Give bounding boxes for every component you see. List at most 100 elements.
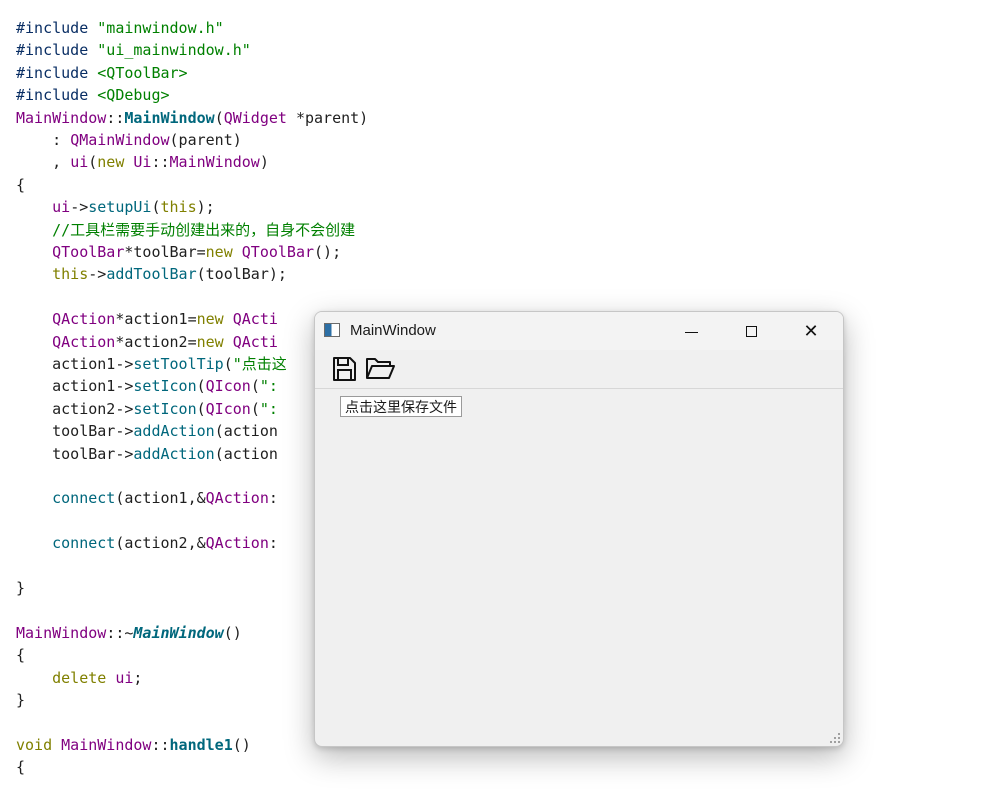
code-token: :: <box>151 735 170 754</box>
code-token: delete <box>52 668 107 687</box>
maximize-icon <box>745 325 757 337</box>
close-button[interactable]: ✕ <box>781 312 841 350</box>
code-token: QWidget <box>223 108 287 127</box>
code-token: :: <box>151 153 170 172</box>
code-line: { <box>16 756 25 778</box>
code-token: ( <box>250 399 260 418</box>
code-line: connect(action2,&QAction: <box>16 532 278 554</box>
code-line: connect(action1,&QAction: <box>16 487 278 509</box>
code-token: setIcon <box>133 399 197 418</box>
code-token: new <box>196 310 224 329</box>
code-token: :: <box>106 108 125 127</box>
code-token: QAction <box>205 534 269 553</box>
code-line: action1->setIcon(QIcon(": <box>16 375 278 397</box>
code-token: MainWindow <box>124 108 215 127</box>
code-token: connect <box>52 489 116 508</box>
open-action-button[interactable] <box>363 353 397 385</box>
window-title: MainWindow <box>350 322 436 339</box>
close-icon: ✕ <box>803 320 819 341</box>
code-token: ( <box>214 108 224 127</box>
code-token: : <box>16 131 71 149</box>
code-token: <QToolBar> <box>97 63 188 82</box>
code-token: *parent) <box>286 108 369 127</box>
central-widget <box>315 389 843 746</box>
code-token: QToolBar <box>52 243 125 261</box>
save-action-button[interactable] <box>327 353 361 385</box>
minimize-button[interactable] <box>661 312 721 350</box>
code-token: -> <box>70 198 89 217</box>
code-token: ; <box>133 668 143 687</box>
tooltip: 点击这里保存文件 <box>340 396 462 417</box>
code-token: Ui <box>133 153 152 172</box>
code-token: action1-> <box>16 355 134 373</box>
code-token: "mainwindow.h" <box>97 19 224 37</box>
code-line: : QMainWindow(parent) <box>16 129 242 151</box>
code-line: toolBar->addAction(action <box>16 420 278 442</box>
code-token: *action2= <box>115 332 197 351</box>
code-token: setupUi <box>88 198 152 217</box>
code-line: void MainWindow::handle1() <box>16 734 251 756</box>
code-token: new <box>196 332 224 351</box>
code-token: #include <box>16 63 98 82</box>
code-token: addToolBar <box>106 265 197 284</box>
code-token: ": <box>259 377 278 396</box>
maximize-button[interactable] <box>721 312 781 350</box>
code-token: ::~ <box>106 623 134 642</box>
code-line: } <box>16 577 25 599</box>
open-folder-icon <box>366 358 395 379</box>
code-token: (); <box>314 243 342 261</box>
code-line: MainWindow::~MainWindow() <box>16 622 242 644</box>
code-token: ( <box>250 377 260 396</box>
code-token: QAction <box>52 332 116 351</box>
code-token: (parent) <box>169 131 242 149</box>
code-token: void <box>16 735 53 754</box>
code-token: ( <box>223 355 233 373</box>
code-token: "点击这 <box>232 355 287 373</box>
code-token: action2-> <box>16 399 134 418</box>
code-line: } <box>16 689 25 711</box>
code-token: { <box>16 646 26 665</box>
code-token: QToolBar <box>241 243 315 261</box>
code-token: QIcon <box>205 399 251 418</box>
app-window-icon <box>324 323 340 337</box>
code-token: "ui_mainwindow.h" <box>97 41 251 60</box>
code-token: #include <box>16 19 98 37</box>
title-bar[interactable]: MainWindow ✕ <box>315 312 843 350</box>
size-grip[interactable] <box>830 733 840 743</box>
code-token: : <box>268 489 278 508</box>
code-token: QMainWindow <box>70 131 170 149</box>
code-line: //工具栏需要手动创建出来的，自身不会创建 <box>16 219 355 241</box>
code-token: MainWindow <box>16 623 107 642</box>
code-token: MainWindow <box>133 623 224 642</box>
code-token: MainWindow <box>169 153 260 172</box>
code-token: ui <box>52 198 71 217</box>
code-token: ": <box>259 399 278 418</box>
main-window: MainWindow ✕ 点击这里保存文件 <box>314 311 844 747</box>
code-line: delete ui; <box>16 667 142 689</box>
code-token: addAction <box>133 422 215 441</box>
code-token: (action <box>214 444 278 463</box>
code-token: } <box>16 691 26 709</box>
code-line: action1->setToolTip("点击这 <box>16 353 287 375</box>
code-line: toolBar->addAction(action <box>16 443 278 465</box>
code-token: ) <box>259 153 269 172</box>
code-token: this <box>52 265 89 284</box>
code-line: #include "ui_mainwindow.h" <box>16 39 251 61</box>
code-token: , <box>16 153 71 172</box>
code-token: (action2,& <box>115 534 206 553</box>
code-token: { <box>16 758 26 777</box>
toolbar <box>315 350 843 389</box>
minimize-icon <box>684 331 698 333</box>
code-token: setIcon <box>133 377 197 396</box>
code-token: setToolTip <box>133 355 224 373</box>
code-token: ui <box>115 668 134 687</box>
code-token: ( <box>196 377 206 396</box>
